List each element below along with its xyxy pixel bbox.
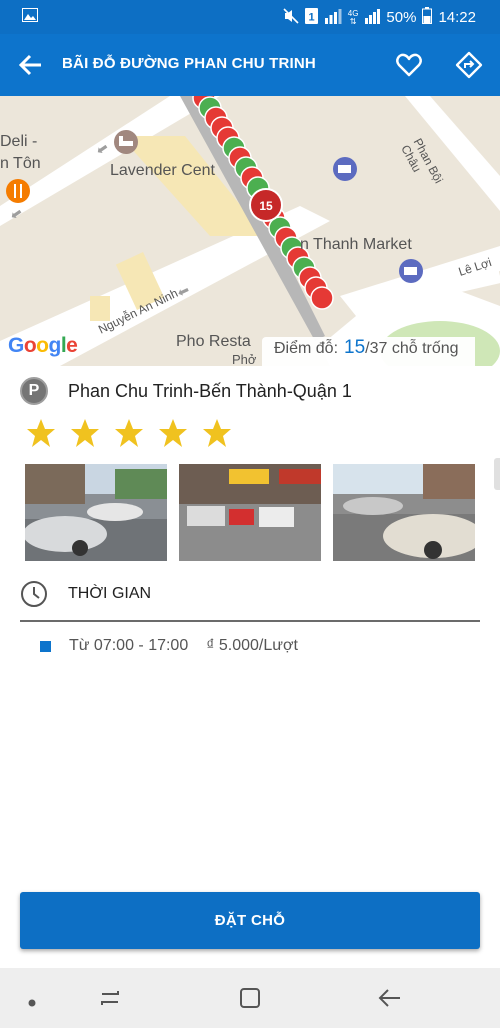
sim-icon: 1 [304, 7, 318, 28]
restaurant-poi-icon [6, 179, 30, 203]
map-label-lavender: Lavender Cent [110, 162, 215, 179]
clock-icon [21, 581, 47, 607]
star-icon [115, 419, 143, 447]
map-label-deli: Deli - [0, 133, 38, 150]
google-logo: Google [8, 334, 78, 357]
star-icon [27, 419, 55, 447]
nav-back-icon[interactable] [376, 986, 402, 1015]
battery-icon [422, 7, 433, 28]
schedule-row: Từ 07:00 - 17:00 ₫ 5.000/Lượt [40, 637, 298, 655]
nav-dot-icon[interactable] [28, 994, 36, 1012]
signal-icon [324, 8, 342, 28]
side-scroll-tab[interactable] [494, 458, 500, 490]
back-arrow-icon[interactable] [16, 50, 46, 80]
shopping-poi-icon-2 [399, 259, 423, 283]
spots-total-text: /37 chỗ trống [365, 340, 459, 357]
time-section-title: THỜI GIAN [68, 585, 152, 602]
schedule-hours: Từ 07:00 - 17:00 [69, 637, 189, 654]
available-spots-label: Điểm đỗ: 15 /37 chỗ trống [262, 337, 475, 367]
place-name: Phan Chu Trinh-Bến Thành-Quận 1 [68, 380, 352, 401]
map-canvas: 15 ⬅ ⬅ ⬅ [0, 96, 500, 366]
parking-icon: P [20, 377, 48, 405]
map-label-pho2: Phở [232, 352, 257, 366]
map-view[interactable]: 15 ⬅ ⬅ ⬅ Deli - n Tôn Lavender Cent n Th… [0, 96, 500, 366]
system-nav-bar [0, 968, 500, 1028]
star-icon [71, 419, 99, 447]
directions-icon[interactable] [454, 50, 484, 80]
divider [20, 620, 480, 622]
page-title: BÃI ĐỖ ĐƯỜNG PHAN CHU TRINH [62, 55, 316, 72]
clock-time: 14:22 [438, 9, 476, 26]
app-bar: BÃI ĐỖ ĐƯỜNG PHAN CHU TRINH [0, 34, 500, 96]
star-icon [159, 419, 187, 447]
photo-gallery [25, 464, 475, 561]
map-label-market: n Thanh Market [300, 236, 412, 253]
recent-apps-icon[interactable] [98, 986, 122, 1015]
hotel-poi-icon [114, 130, 138, 154]
network-4g-icon: 4G ⇅ [347, 8, 359, 26]
parking-photo[interactable] [179, 464, 321, 561]
parking-photo[interactable] [25, 464, 167, 561]
map-label-pho: Pho Resta [176, 333, 251, 350]
book-button[interactable]: ĐẶT CHỖ [20, 892, 480, 949]
price-per-entry: ₫ 5.000/Lượt [206, 637, 298, 654]
shopping-poi-icon [333, 157, 357, 181]
mute-icon [283, 7, 299, 28]
map-label-ton: n Tôn [0, 155, 41, 172]
home-icon[interactable] [238, 986, 262, 1015]
svg-text:15: 15 [259, 199, 273, 213]
signal-icon-2 [364, 8, 381, 28]
star-icon [203, 419, 231, 447]
bullet-square [40, 640, 51, 652]
parking-photo[interactable] [333, 464, 475, 561]
place-header: P Phan Chu Trinh-Bến Thành-Quận 1 [20, 377, 352, 405]
selected-spot-marker[interactable]: 15 [249, 188, 283, 222]
heart-icon[interactable] [394, 50, 424, 80]
time-section-header: THỜI GIAN [20, 580, 151, 608]
svg-text:1: 1 [308, 11, 314, 23]
battery-percent: 50% [386, 9, 417, 26]
rating-stars [26, 418, 232, 448]
spots-label-text: Điểm đỗ: [274, 340, 339, 357]
status-bar: 1 4G ⇅ 50% 14:22 [0, 0, 500, 34]
gallery-notification-icon [22, 8, 38, 26]
spots-available-count: 15 [344, 337, 366, 358]
